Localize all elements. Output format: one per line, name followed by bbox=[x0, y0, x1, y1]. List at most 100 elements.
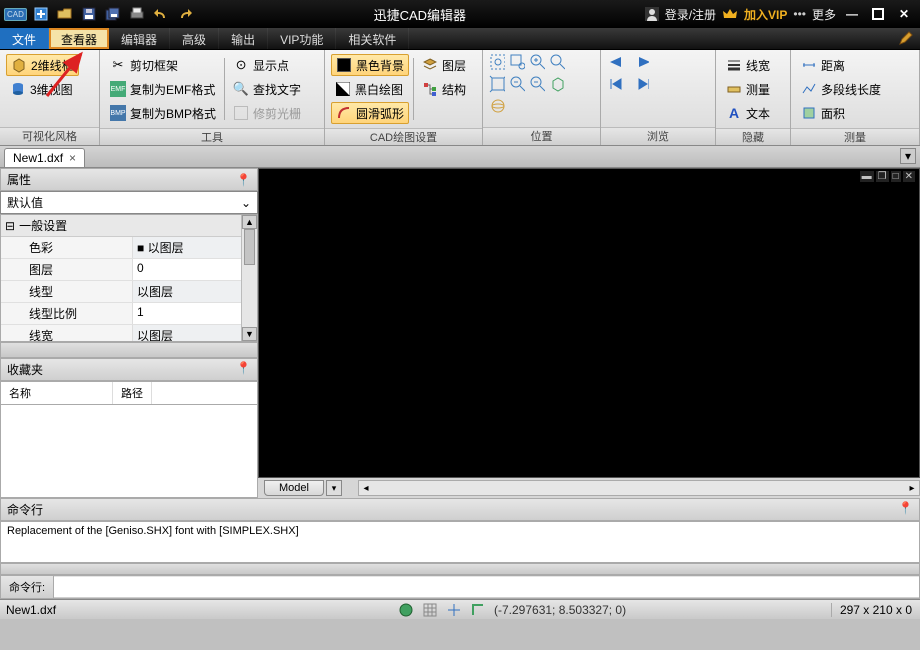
zoom-realtime-icon[interactable] bbox=[549, 54, 565, 70]
maximize-button[interactable] bbox=[868, 4, 888, 24]
prop-row[interactable]: 图层0 bbox=[1, 259, 257, 281]
scroll-thumb[interactable] bbox=[244, 229, 255, 265]
btn-lineweight[interactable]: 线宽 bbox=[722, 54, 774, 76]
btn-bw-draw[interactable]: 黑白绘图 bbox=[331, 78, 409, 100]
fav-col-path[interactable]: 路径 bbox=[113, 382, 152, 404]
btn-find-text[interactable]: 🔍查找文字 bbox=[229, 78, 305, 100]
prop-row[interactable]: 线型以图层 bbox=[1, 281, 257, 303]
cmd-splitter[interactable] bbox=[0, 563, 920, 575]
pin-icon[interactable]: 📍 bbox=[898, 501, 913, 518]
nav-next-icon[interactable] bbox=[633, 54, 649, 70]
btn-black-bg[interactable]: 黑色背景 bbox=[331, 54, 409, 76]
btn-clip-frame[interactable]: ✂剪切框架 bbox=[106, 54, 220, 76]
crown-icon bbox=[722, 7, 738, 21]
pin-icon[interactable]: 📍 bbox=[236, 173, 251, 187]
prop-row[interactable]: 线宽以图层 bbox=[1, 325, 257, 342]
scroll-left-icon[interactable]: ◂ bbox=[359, 483, 373, 494]
zoom-window-icon[interactable] bbox=[509, 54, 525, 70]
canvas-min-icon[interactable]: ▬ bbox=[860, 171, 874, 182]
fav-col-name[interactable]: 名称 bbox=[1, 382, 113, 404]
nav-first-icon[interactable] bbox=[607, 76, 623, 92]
menu-related[interactable]: 相关软件 bbox=[336, 28, 409, 49]
btn-area[interactable]: 面积 bbox=[797, 102, 885, 124]
prop-row[interactable]: 线型比例1 bbox=[1, 303, 257, 325]
canvas-close-icon[interactable]: ✕ bbox=[903, 171, 915, 182]
prop-scrollbar[interactable]: ▲ ▼ bbox=[241, 215, 257, 341]
nav-prev-icon[interactable] bbox=[607, 54, 623, 70]
close-button[interactable]: ✕ bbox=[894, 4, 914, 24]
canvas-restore-icon[interactable]: ❐ bbox=[876, 171, 889, 182]
customize-icon[interactable] bbox=[898, 30, 914, 46]
search-icon: 🔍 bbox=[233, 81, 249, 97]
zoom-prev-icon[interactable] bbox=[509, 76, 525, 92]
more-link[interactable]: 更多 bbox=[812, 6, 836, 23]
btn-trim-raster[interactable]: 修剪光栅 bbox=[229, 102, 305, 124]
saveall-icon[interactable] bbox=[103, 4, 123, 24]
group-tools: 工具 bbox=[100, 128, 324, 145]
properties-combo[interactable]: 默认值⌄ bbox=[0, 191, 258, 214]
menu-output[interactable]: 输出 bbox=[219, 28, 268, 49]
zoom-in-icon[interactable] bbox=[529, 54, 545, 70]
tab-dropdown[interactable]: ▾ bbox=[900, 148, 916, 164]
prop-section[interactable]: ⊟一般设置 bbox=[1, 215, 257, 237]
document-tab[interactable]: New1.dxf × bbox=[4, 148, 85, 167]
scroll-down-icon[interactable]: ▼ bbox=[242, 327, 257, 341]
arc-icon bbox=[336, 105, 352, 121]
ribbon: 2维线框 3维视图 可视化风格 ✂剪切框架 EMF复制为EMF格式 BMP复制为… bbox=[0, 50, 920, 146]
h-scrollbar[interactable]: ◂ ▸ bbox=[358, 480, 920, 496]
prop-row[interactable]: 色彩■ 以图层 bbox=[1, 237, 257, 259]
user-icon[interactable] bbox=[645, 7, 659, 21]
vip-link[interactable]: 加入VIP bbox=[744, 6, 787, 23]
splitter[interactable] bbox=[0, 342, 258, 358]
menu-editor[interactable]: 编辑器 bbox=[109, 28, 170, 49]
btn-copy-emf[interactable]: EMF复制为EMF格式 bbox=[106, 78, 220, 100]
undo-icon[interactable] bbox=[151, 4, 171, 24]
status-coords: (-7.297631; 8.503327; 0) bbox=[494, 603, 626, 617]
btn-layers[interactable]: 图层 bbox=[418, 54, 470, 76]
pin-icon[interactable]: 📍 bbox=[236, 361, 251, 378]
btn-distance[interactable]: 距离 bbox=[797, 54, 885, 76]
print-icon[interactable] bbox=[127, 4, 147, 24]
menu-advanced[interactable]: 高级 bbox=[170, 28, 219, 49]
status-snap-icon[interactable] bbox=[446, 602, 462, 618]
zoom-fit-icon[interactable] bbox=[489, 54, 505, 70]
new-icon[interactable] bbox=[31, 4, 51, 24]
scroll-up-icon[interactable]: ▲ bbox=[242, 215, 257, 229]
save-icon[interactable] bbox=[79, 4, 99, 24]
nav-last-icon[interactable] bbox=[633, 76, 649, 92]
menu-file[interactable]: 文件 bbox=[0, 28, 49, 49]
btn-3d-view[interactable]: 3维视图 bbox=[6, 78, 79, 100]
layout-dropdown[interactable]: ▾ bbox=[326, 480, 342, 496]
login-link[interactable]: 登录/注册 bbox=[665, 6, 716, 23]
model-tab[interactable]: Model bbox=[264, 480, 324, 496]
canvas-max-icon[interactable]: □ bbox=[891, 171, 901, 182]
btn-polyline-len[interactable]: 多段线长度 bbox=[797, 78, 885, 100]
drawing-canvas[interactable]: ▬ ❐ □ ✕ bbox=[258, 168, 920, 478]
menu-viewer[interactable]: 查看器 bbox=[49, 28, 109, 49]
status-grid-icon[interactable] bbox=[422, 602, 438, 618]
orbit-icon[interactable] bbox=[489, 98, 505, 114]
btn-show-points[interactable]: ⊙显示点 bbox=[229, 54, 305, 76]
zoom-out-icon[interactable] bbox=[529, 76, 545, 92]
btn-2d-wireframe[interactable]: 2维线框 bbox=[6, 54, 79, 76]
command-input[interactable] bbox=[54, 577, 919, 597]
redo-icon[interactable] bbox=[175, 4, 195, 24]
minimize-button[interactable]: — bbox=[842, 4, 862, 24]
menu-vip[interactable]: VIP功能 bbox=[268, 28, 336, 49]
properties-header: 属性 📍 bbox=[0, 168, 258, 191]
scroll-right-icon[interactable]: ▸ bbox=[905, 483, 919, 494]
btn-structure[interactable]: 结构 bbox=[418, 78, 470, 100]
close-tab-icon[interactable]: × bbox=[69, 151, 76, 165]
btn-measure-h[interactable]: 测量 bbox=[722, 78, 774, 100]
btn-copy-bmp[interactable]: BMP复制为BMP格式 bbox=[106, 102, 220, 124]
zoom-extents-icon[interactable] bbox=[489, 76, 505, 92]
viewcube-icon[interactable] bbox=[549, 76, 565, 92]
open-icon[interactable] bbox=[55, 4, 75, 24]
status-globe-icon[interactable] bbox=[398, 602, 414, 618]
area-icon bbox=[801, 105, 817, 121]
btn-smooth-arc[interactable]: 圆滑弧形 bbox=[331, 102, 409, 124]
btn-text-h[interactable]: A文本 bbox=[722, 102, 774, 124]
favorites-columns: 名称 路径 bbox=[0, 381, 258, 404]
document-tab-bar: New1.dxf × ▾ bbox=[0, 146, 920, 168]
status-ortho-icon[interactable] bbox=[470, 602, 486, 618]
